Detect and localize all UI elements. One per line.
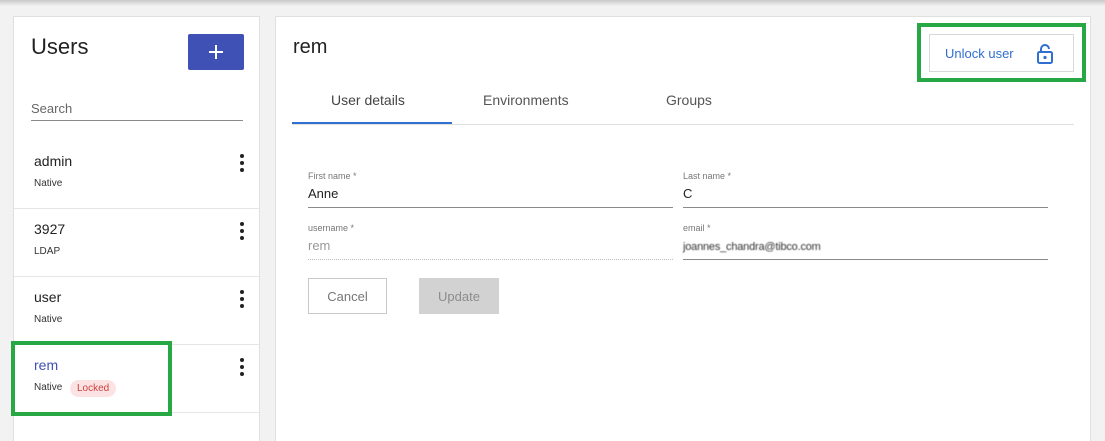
top-shadow xyxy=(0,0,1105,6)
email-label: email * xyxy=(683,223,711,233)
list-item-rem[interactable]: rem Native Locked xyxy=(14,345,259,413)
add-user-button[interactable] xyxy=(188,34,244,70)
email-input[interactable]: joannes_chandra@tibco.com xyxy=(683,236,1048,260)
detail-tabs: User details Environments Groups xyxy=(292,87,1074,125)
user-type: Native xyxy=(34,382,63,393)
users-sidebar: Users admin Native 3927 LDAP user Native… xyxy=(13,16,260,441)
last-name-field: Last name * C xyxy=(683,171,1048,208)
email-field: email * joannes_chandra@tibco.com xyxy=(683,223,1048,260)
last-name-input[interactable]: C xyxy=(683,184,1048,208)
active-tab-indicator xyxy=(292,122,452,124)
update-button[interactable]: Update xyxy=(419,278,499,314)
tab-groups[interactable]: Groups xyxy=(666,92,712,108)
tab-user-details[interactable]: User details xyxy=(331,92,405,108)
user-type: LDAP xyxy=(34,246,61,257)
user-name: rem xyxy=(34,357,59,373)
more-vert-icon[interactable] xyxy=(236,153,248,173)
unlock-user-button[interactable]: Unlock user xyxy=(929,34,1074,72)
list-item-3927[interactable]: 3927 LDAP xyxy=(14,209,259,277)
search-field[interactable] xyxy=(31,99,243,121)
user-type: Native xyxy=(34,178,63,189)
user-detail-panel: rem Unlock user User details Environment… xyxy=(275,16,1091,441)
list-item-user[interactable]: user Native xyxy=(14,277,259,345)
list-item-admin[interactable]: admin Native xyxy=(14,141,259,209)
first-name-input[interactable]: Anne xyxy=(308,184,673,208)
sidebar-title: Users xyxy=(31,34,89,59)
more-vert-icon[interactable] xyxy=(236,357,248,377)
user-list: admin Native 3927 LDAP user Native rem N… xyxy=(14,141,259,413)
tab-environments[interactable]: Environments xyxy=(483,92,569,108)
user-name: admin xyxy=(34,153,73,169)
username-input: rem xyxy=(308,236,673,260)
username-label: username * xyxy=(308,223,355,233)
plus-icon xyxy=(209,45,223,59)
user-type: Native xyxy=(34,314,63,325)
more-vert-icon[interactable] xyxy=(236,289,248,309)
email-value: joannes_chandra@tibco.com xyxy=(683,241,821,253)
unlocked-padlock-icon xyxy=(1037,44,1053,64)
first-name-field: First name * Anne xyxy=(308,171,673,208)
first-name-label: First name * xyxy=(308,171,357,181)
cancel-button[interactable]: Cancel xyxy=(308,278,387,314)
user-name: 3927 xyxy=(34,221,66,237)
last-name-label: Last name * xyxy=(683,171,732,181)
unlock-user-label: Unlock user xyxy=(945,45,1014,61)
more-vert-icon[interactable] xyxy=(236,221,248,241)
username-field: username * rem xyxy=(308,223,673,260)
locked-badge: Locked xyxy=(70,380,117,397)
search-input[interactable] xyxy=(31,99,243,116)
user-name: user xyxy=(34,289,62,305)
page-title: rem xyxy=(293,36,328,58)
